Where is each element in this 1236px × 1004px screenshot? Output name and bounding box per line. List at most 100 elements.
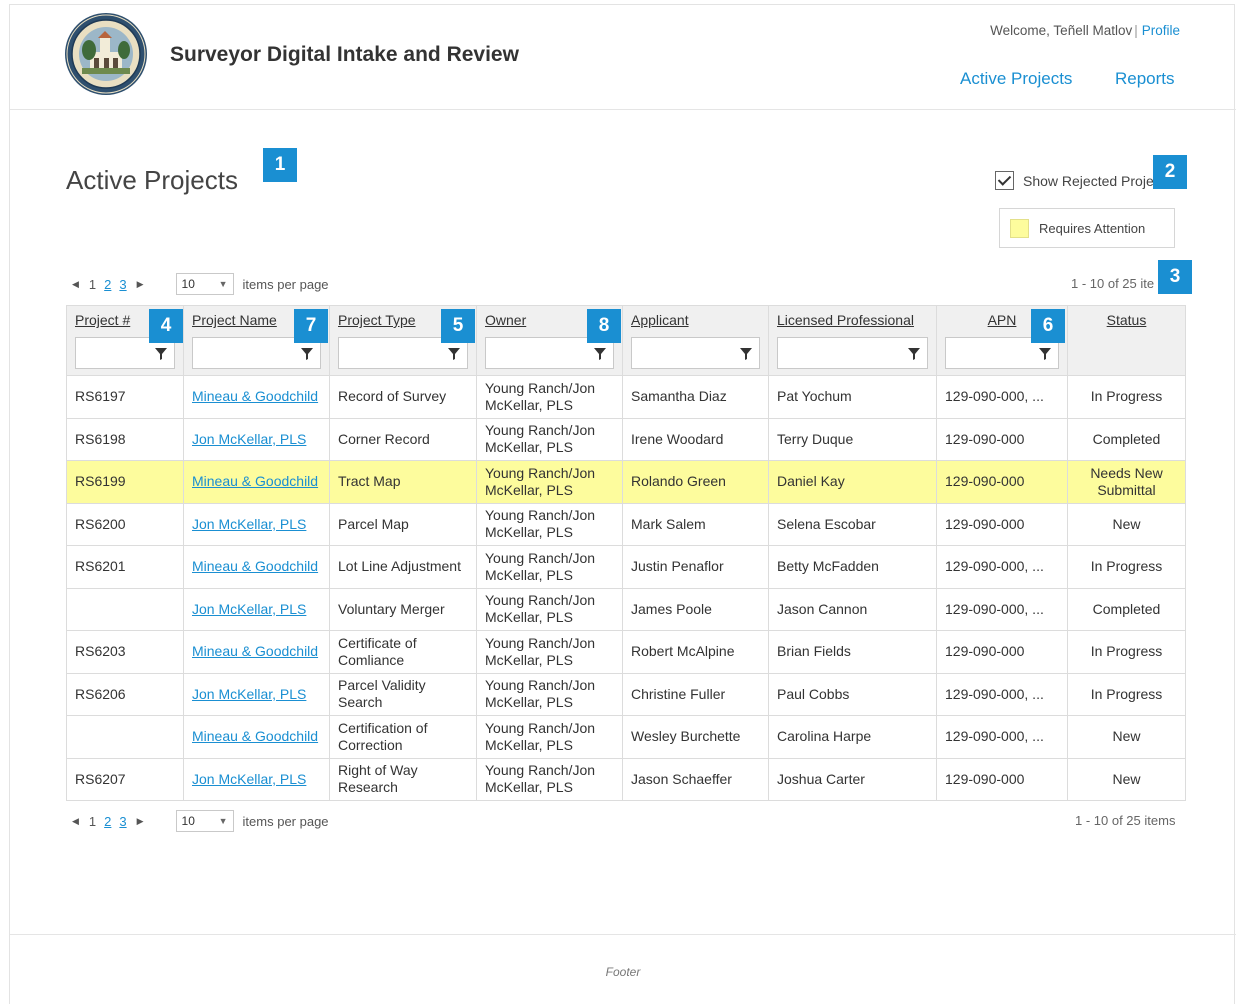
show-rejected-toggle[interactable]: Show Rejected Proje [995,171,1154,190]
funnel-icon[interactable] [448,348,460,360]
column-applicant: Applicant [622,305,769,376]
funnel-icon[interactable] [594,348,606,360]
cell-applicant: Jason Schaeffer [622,757,769,801]
footer-text: Footer [605,965,641,979]
column-header-label[interactable]: Applicant [631,312,760,334]
page-title: Active Projects [66,165,238,195]
column-header-label[interactable]: Status [1076,312,1177,334]
page-size-select[interactable]: 10 ▼ [175,273,234,295]
pager-prev-icon[interactable]: ◀ [72,816,79,827]
cell-licensed-professional: Terry Duque [768,417,937,461]
pager-next-icon[interactable]: ▶ [137,816,144,827]
funnel-icon[interactable] [155,348,167,360]
funnel-icon[interactable] [1039,348,1051,360]
cell-status: Needs New Submittal [1067,460,1186,504]
pager-prev-icon[interactable]: ◀ [72,279,79,290]
column-status: Status [1067,305,1186,376]
cell-project-number: RS6199 [66,460,184,504]
profile-link[interactable]: Profile [1142,23,1180,38]
show-rejected-checkbox[interactable] [995,171,1014,190]
funnel-icon[interactable] [908,348,920,360]
project-name-link[interactable]: Mineau & Goodchild [192,473,318,489]
cell-owner: Young Ranch/Jon McKellar, PLS [476,630,623,674]
project-name-link[interactable]: Jon McKellar, PLS [192,686,306,702]
funnel-icon[interactable] [301,348,313,360]
cell-project-type: Right of Way Research [329,757,477,801]
legend: Requires Attention [999,208,1175,248]
annotation-badge-8: 8 [587,309,621,343]
pager-next-icon[interactable]: ▶ [137,279,144,290]
cell-project-type: Parcel Map [329,502,477,546]
cell-licensed-professional: Daniel Kay [768,460,937,504]
cell-applicant: Wesley Burchette [622,715,769,759]
cell-licensed-professional: Carolina Harpe [768,715,937,759]
project-name-link[interactable]: Jon McKellar, PLS [192,431,306,447]
pager-page-3[interactable]: 3 [119,277,126,292]
county-seal-icon[interactable] [64,12,148,96]
cell-apn: 129-090-000, ... [936,672,1068,716]
page-size-value: 10 [181,277,195,291]
cell-applicant: Irene Woodard [622,417,769,461]
table-row[interactable]: Mineau & Goodchild Certification of Corre… [66,715,1186,759]
cell-apn: 129-090-000, ... [936,715,1068,759]
cell-project-number: RS6203 [66,630,184,674]
table-row[interactable]: RS6203 Mineau & Goodchild Certificate of C… [66,630,1186,674]
cell-apn: 129-090-000 [936,502,1068,546]
project-name-link[interactable]: Mineau & Goodchild [192,558,318,574]
project-name-link[interactable]: Jon McKellar, PLS [192,516,306,532]
cell-project-type: Record of Survey [329,375,477,419]
cell-project-number: RS6201 [66,545,184,589]
project-name-link[interactable]: Mineau & Goodchild [192,388,318,404]
pager-page-2[interactable]: 2 [104,277,111,292]
annotation-badge-6: 6 [1031,309,1065,343]
cell-apn: 129-090-000 [936,630,1068,674]
table-row[interactable]: RS6197 Mineau & Goodchild Record of Survey… [66,375,1186,419]
nav-active-projects[interactable]: Active Projects [960,69,1072,89]
pager-page-3[interactable]: 3 [119,814,126,829]
legend-label: Requires Attention [1039,220,1146,236]
pager-page-1[interactable]: 1 [89,814,96,829]
cell-applicant: Mark Salem [622,502,769,546]
cell-project-type: Certificate of Comliance [329,630,477,674]
column-header-label[interactable]: Licensed Professional [777,312,928,334]
table-row[interactable]: RS6206 Jon McKellar, PLS Parcel Validity S… [66,672,1186,716]
cell-status: New [1067,757,1186,801]
cell-applicant: Robert McAlpine [622,630,769,674]
app-frame: Surveyor Digital Intake and Review Welco… [9,4,1236,1004]
table-row[interactable]: RS6201 Mineau & Goodchild Lot Line Adjustm… [66,545,1186,589]
cell-status: Completed [1067,417,1186,461]
project-name-link[interactable]: Jon McKellar, PLS [192,601,306,617]
cell-owner: Young Ranch/Jon McKellar, PLS [476,545,623,589]
cell-licensed-professional: Betty McFadden [768,545,937,589]
cell-project-number: RS6197 [66,375,184,419]
nav-reports[interactable]: Reports [1115,69,1175,89]
cell-project-number [66,715,184,759]
project-name-link[interactable]: Mineau & Goodchild [192,728,318,744]
cell-project-number: RS6207 [66,757,184,801]
table-row[interactable]: RS6199 Mineau & Goodchild Tract Map Young R… [66,460,1186,504]
cell-project-name: Jon McKellar, PLS [183,757,330,801]
funnel-icon[interactable] [740,348,752,360]
welcome-separator: | [1134,23,1138,38]
table-row[interactable]: RS6207 Jon McKellar, PLS Right of Way Rese… [66,757,1186,801]
filter-input[interactable] [631,337,760,369]
project-name-link[interactable]: Mineau & Goodchild [192,643,318,659]
project-name-link[interactable]: Jon McKellar, PLS [192,771,306,787]
pager-page-2[interactable]: 2 [104,814,111,829]
table-row[interactable]: Jon McKellar, PLS Voluntary Merger Young R… [66,587,1186,631]
cell-project-type: Voluntary Merger [329,587,477,631]
cell-licensed-professional: Brian Fields [768,630,937,674]
items-per-page-label: items per page [242,276,329,292]
table-row[interactable]: RS6200 Jon McKellar, PLS Parcel Map Young R… [66,502,1186,546]
cell-project-type: Tract Map [329,460,477,504]
cell-status: In Progress [1067,375,1186,419]
pager-page-1[interactable]: 1 [89,277,96,292]
table-row[interactable]: RS6198 Jon McKellar, PLS Corner Record Youn… [66,417,1186,461]
welcome-text: Welcome, Teñell Matlov [990,23,1133,38]
page-size-select[interactable]: 10 ▼ [175,810,234,832]
filter-input[interactable] [777,337,928,369]
cell-applicant: Rolando Green [622,460,769,504]
annotation-badge-2: 2 [1153,155,1187,189]
cell-licensed-professional: Joshua Carter [768,757,937,801]
item-count-bottom: 1 - 10 of 25 items [1075,813,1176,828]
